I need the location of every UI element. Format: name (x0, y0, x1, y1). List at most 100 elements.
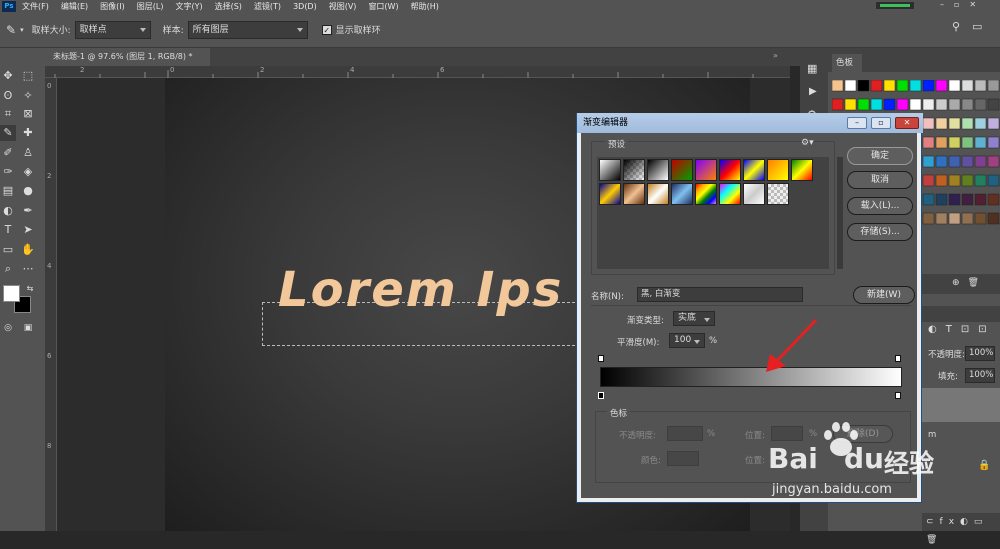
crop-tool-icon[interactable]: ⌗ (0, 106, 16, 122)
foreground-color-swatch[interactable] (3, 285, 20, 302)
screen-mode-icon[interactable]: ▣ (20, 320, 36, 336)
presets-gear-icon[interactable]: ⚙▾ (801, 138, 814, 148)
menu-help[interactable]: 帮助(H) (411, 1, 439, 12)
name-field[interactable]: 黑, 白渐变 (637, 287, 803, 302)
watermark-brand: Bai (768, 442, 818, 475)
layer-row-selected[interactable] (922, 388, 1000, 422)
opacity-stop-right[interactable] (895, 355, 901, 362)
marquee-tool-icon[interactable]: ⬚ (20, 68, 36, 84)
stop-opacity-field[interactable] (667, 426, 703, 441)
gradient-preview-bar[interactable] (600, 367, 902, 387)
tab-collapse-icon[interactable]: » (773, 51, 778, 60)
shape-tool-icon[interactable]: ▭ (0, 242, 16, 258)
swap-colors-icon[interactable]: ⇆ (22, 281, 38, 297)
layers-opacity-field[interactable]: 100% (965, 346, 995, 361)
load-button[interactable]: 载入(L)... (847, 197, 913, 215)
preset-swatch[interactable] (671, 159, 693, 181)
preset-swatch[interactable] (767, 183, 789, 205)
sample-size-select[interactable]: 取样点 (74, 20, 151, 39)
tool-preset-chevron-icon[interactable]: ▾ (20, 26, 24, 34)
preset-swatch[interactable] (695, 159, 717, 181)
show-ring-checkbox[interactable]: ✓ (321, 24, 332, 35)
more-tools-icon[interactable]: ⋯ (20, 261, 36, 277)
preset-swatch[interactable] (599, 159, 621, 181)
preset-swatch[interactable] (695, 183, 717, 205)
lasso-tool-icon[interactable]: ʘ (0, 88, 16, 104)
clone-stamp-icon[interactable]: ♙ (20, 145, 36, 161)
preset-swatch[interactable] (623, 183, 645, 205)
healing-brush-icon[interactable]: ✚ (20, 125, 36, 141)
smoothness-field[interactable]: 100 (669, 333, 705, 348)
color-stop-left[interactable] (598, 392, 604, 399)
path-selection-icon[interactable]: ➤ (20, 222, 36, 238)
presets-list[interactable] (597, 157, 829, 269)
options-right-icons[interactable]: ⚲▭ (952, 20, 992, 40)
menu-select[interactable]: 选择(S) (215, 1, 242, 12)
magic-wand-icon[interactable]: ✧ (20, 88, 36, 104)
stop-color-swatch[interactable] (667, 451, 699, 466)
gradient-tool-icon[interactable]: ▤ (0, 183, 16, 199)
new-button[interactable]: 新建(W) (853, 286, 915, 304)
play-icon[interactable]: ▶ (809, 86, 817, 97)
type-tool-icon[interactable]: T (0, 222, 16, 238)
menu-filter[interactable]: 滤镜(T) (254, 1, 281, 12)
menu-window[interactable]: 窗口(W) (368, 1, 398, 12)
menu-image[interactable]: 图像(I) (100, 1, 125, 12)
preset-swatch[interactable] (767, 159, 789, 181)
menu-view[interactable]: 视图(V) (329, 1, 357, 12)
tools-panel: ✥ ⬚ ʘ ✧ ⌗ ⊠ ✎ ✚ ✐ ♙ ✑ ◈ ▤ ● ◐ ✒ T ➤ ▭ ✋ … (0, 48, 45, 531)
preset-swatch[interactable] (719, 183, 741, 205)
swatches-tab[interactable]: 色板 (832, 54, 862, 72)
eraser-icon[interactable]: ◈ (20, 164, 36, 180)
preset-swatch[interactable] (791, 159, 813, 181)
preset-swatch[interactable] (743, 183, 765, 205)
preset-swatch[interactable] (647, 183, 669, 205)
layers-fill-field[interactable]: 100% (965, 368, 995, 383)
document-tab[interactable]: 未标题-1 @ 97.6% (图层 1, RGB/8) * (45, 48, 210, 66)
move-tool-icon[interactable]: ✥ (0, 68, 16, 84)
quick-mask-icon[interactable]: ◎ (0, 320, 16, 336)
window-controls[interactable]: –▫✕ (940, 0, 1000, 12)
canvas-text-layer[interactable]: Lorem Ips (278, 262, 578, 318)
color-stop-right[interactable] (895, 392, 901, 399)
panel-icon-1[interactable]: ▦ (807, 62, 817, 75)
history-brush-icon[interactable]: ✑ (0, 164, 16, 180)
preset-swatch[interactable] (647, 159, 669, 181)
frame-tool-icon[interactable]: ⊠ (20, 106, 36, 122)
blur-tool-icon[interactable]: ● (20, 183, 36, 199)
presets-scrollbar[interactable] (837, 157, 843, 269)
menu-layer[interactable]: 图层(L) (137, 1, 164, 12)
menu-3d[interactable]: 3D(D) (293, 2, 317, 11)
vertical-ruler: 0 2 4 6 8 (45, 78, 57, 531)
sample-layers-select[interactable]: 所有图层 (187, 20, 308, 39)
brush-tool-icon[interactable]: ✐ (0, 145, 16, 161)
eyedropper-icon[interactable]: ✎ (0, 125, 16, 141)
maximize-button[interactable]: ▫ (871, 117, 891, 129)
preset-swatch[interactable] (599, 183, 621, 205)
save-button[interactable]: 存储(S)... (847, 223, 913, 241)
smoothness-label: 平滑度(M): (617, 338, 660, 348)
preset-swatch[interactable] (719, 159, 741, 181)
gradient-type-select[interactable]: 实底 (673, 311, 715, 326)
opacity-stop-left[interactable] (598, 355, 604, 362)
cancel-button[interactable]: 取消 (847, 171, 913, 189)
preset-swatch[interactable] (743, 159, 765, 181)
layers-bottom-icons[interactable]: ⊂fx◐▭🗑 (922, 513, 1000, 545)
lock-icon: 🔒 (978, 460, 991, 471)
preset-swatch[interactable] (623, 159, 645, 181)
minimize-button[interactable]: – (847, 117, 867, 129)
menu-edit[interactable]: 编辑(E) (61, 1, 88, 12)
dodge-tool-icon[interactable]: ◐ (0, 203, 16, 219)
menu-type[interactable]: 文字(Y) (175, 1, 202, 12)
close-button[interactable]: ✕ (895, 117, 919, 129)
pen-tool-icon[interactable]: ✒ (20, 203, 36, 219)
ok-button[interactable]: 确定 (847, 147, 913, 165)
layer-filter-icons[interactable]: ◐T⊡⊡ (928, 324, 996, 335)
ruler-left-tick: 8 (47, 442, 52, 450)
menu-file[interactable]: 文件(F) (22, 1, 49, 12)
zoom-tool-icon[interactable]: ⌕ (0, 261, 16, 277)
hand-tool-icon[interactable]: ✋ (20, 242, 36, 258)
preset-swatch[interactable] (671, 183, 693, 205)
swatch-panel-icons[interactable]: ⊕🗑 (952, 278, 987, 288)
eyedropper-tool-icon[interactable]: ✎ (6, 23, 16, 37)
